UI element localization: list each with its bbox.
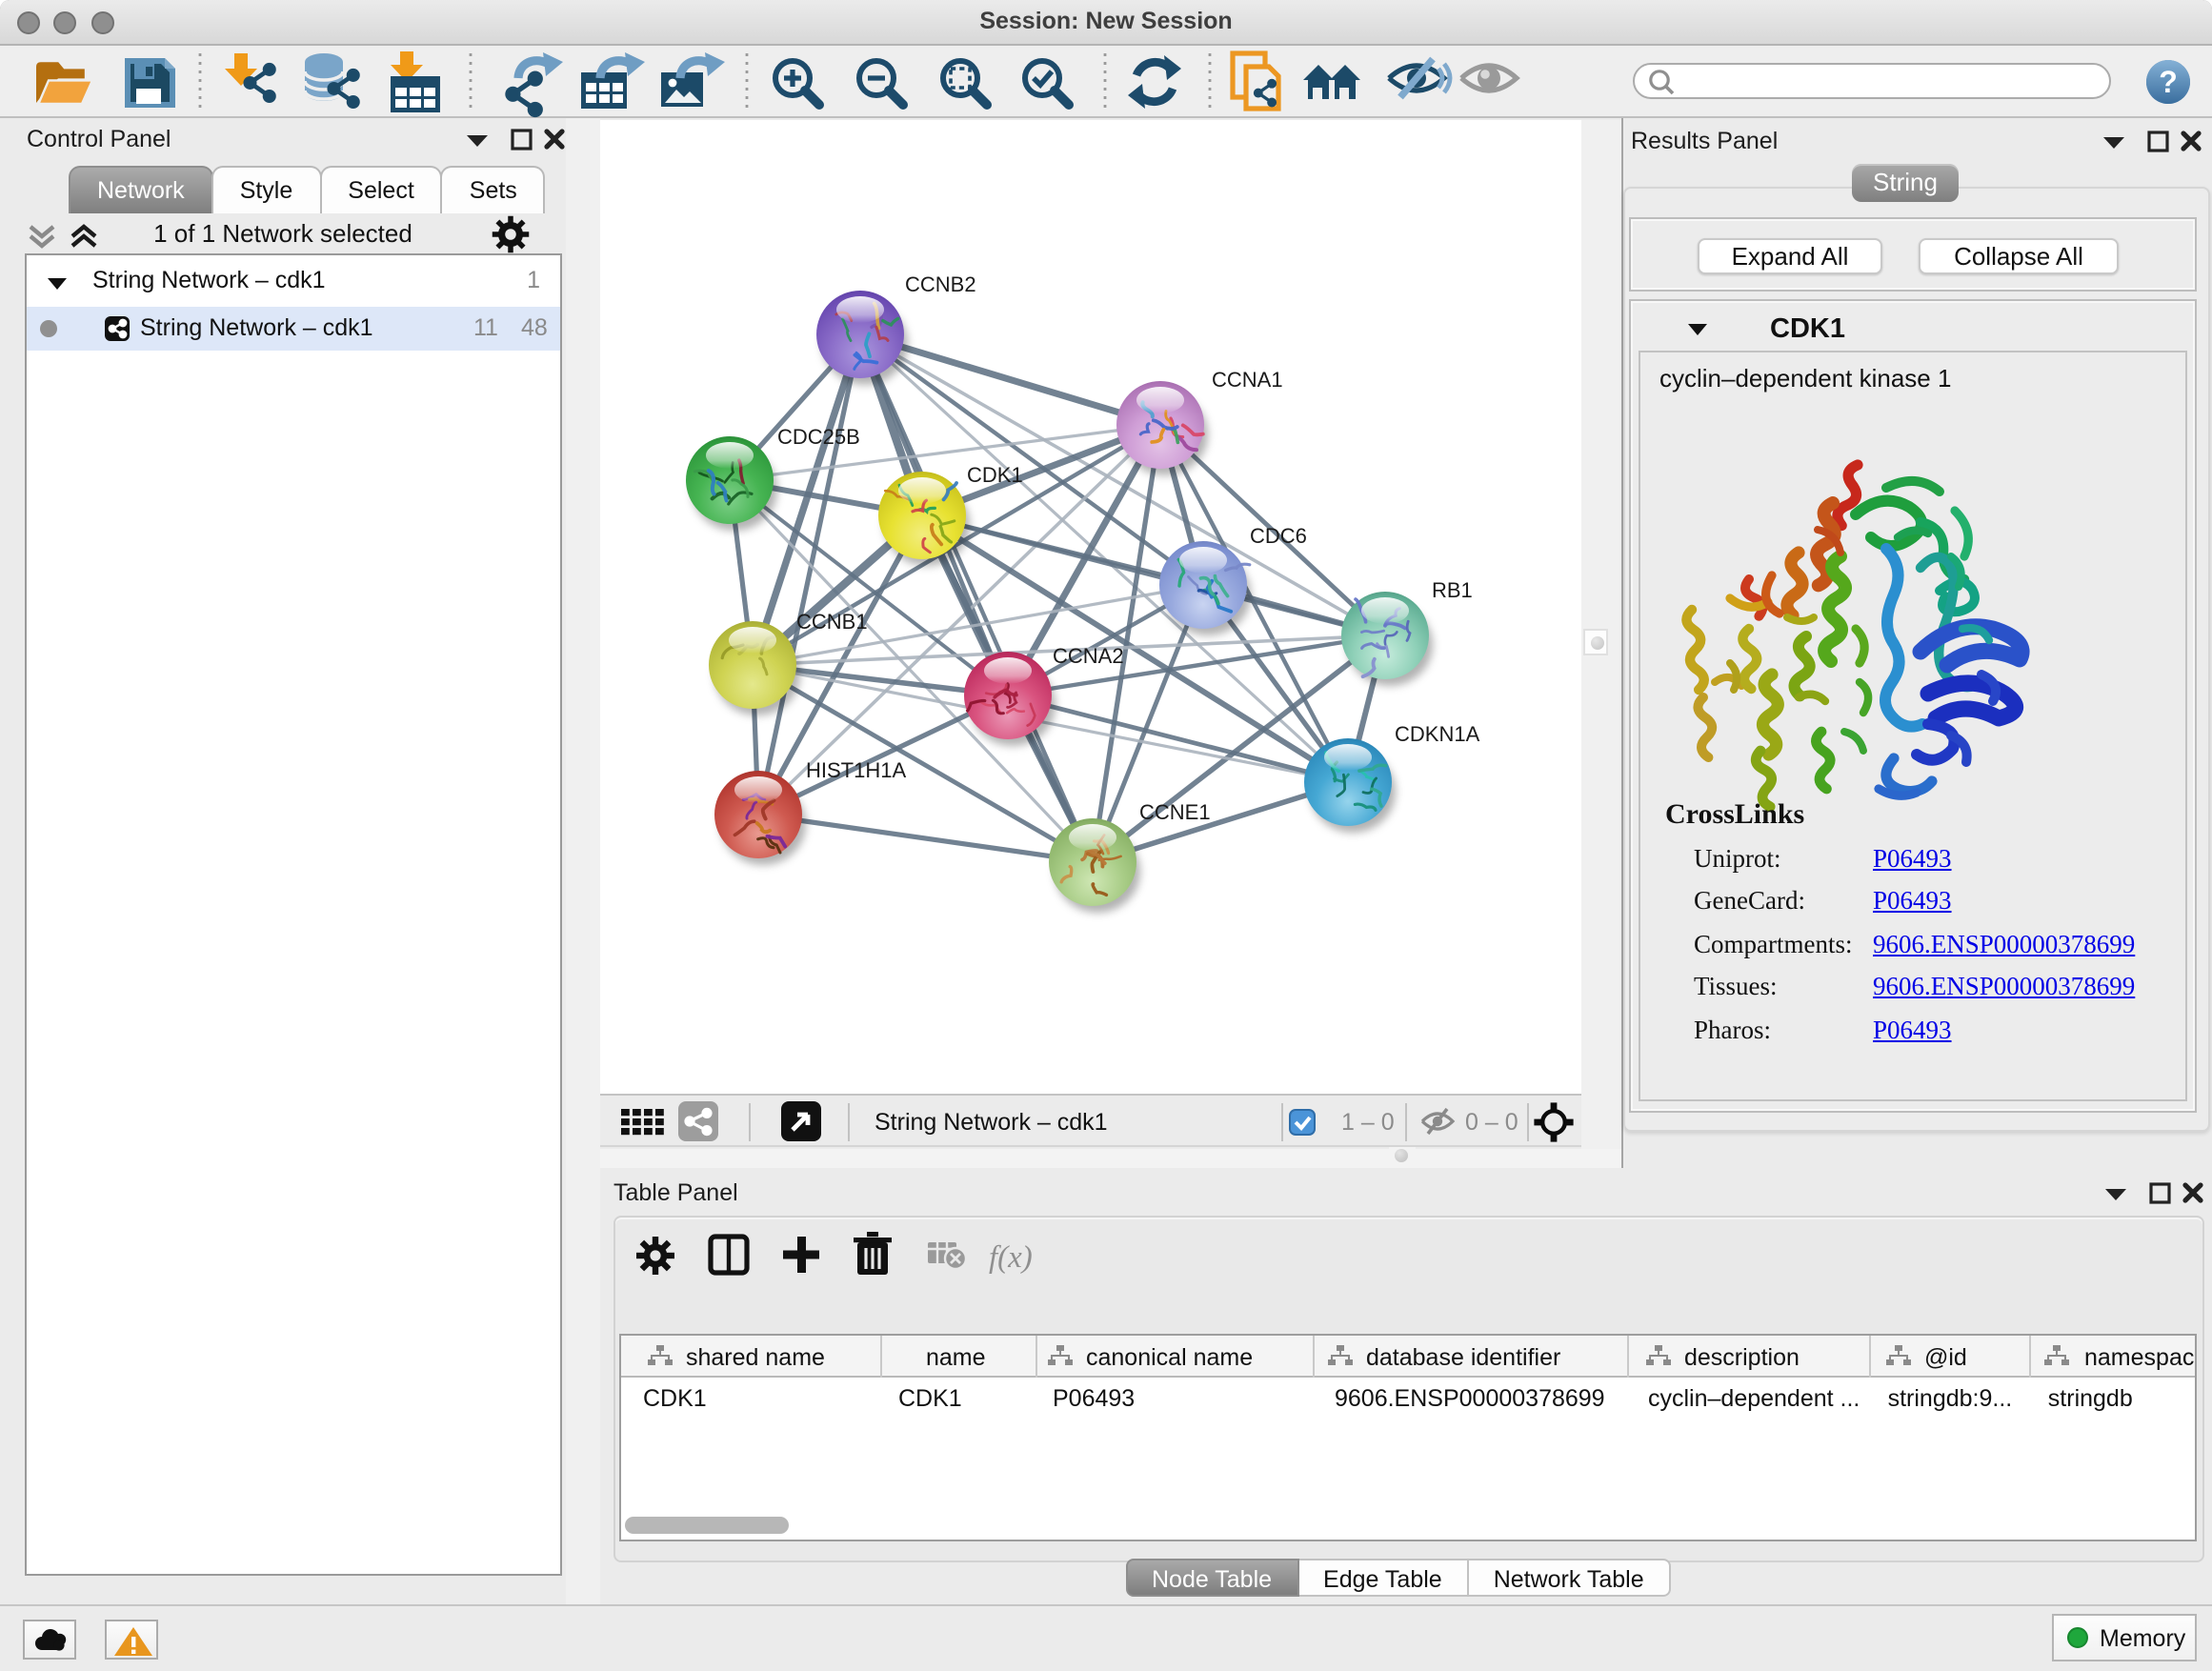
svg-text:CCNB1: CCNB1 <box>796 610 868 634</box>
svg-text:description: description <box>1683 1344 1799 1371</box>
svg-text:canonical name: canonical name <box>1085 1344 1252 1371</box>
svg-text:9606.ENSP00000378699: 9606.ENSP00000378699 <box>1334 1385 1604 1412</box>
svg-text:CCNE1: CCNE1 <box>1139 800 1211 824</box>
svg-text:String Network – cdk1: String Network – cdk1 <box>875 1108 1108 1135</box>
svg-text:CDC6: CDC6 <box>1250 524 1307 548</box>
svg-text:cyclin–dependent ...: cyclin–dependent ... <box>1647 1385 1859 1412</box>
svg-text:stringdb:9...: stringdb:9... <box>1887 1385 2012 1412</box>
svg-text:stringdb: stringdb <box>2047 1385 2132 1412</box>
svg-text:?: ? <box>2159 65 2178 99</box>
svg-text:shared name: shared name <box>685 1344 824 1371</box>
svg-text:CDC25B: CDC25B <box>777 425 860 449</box>
svg-text:P06493: P06493 <box>1052 1385 1134 1412</box>
svg-text:RB1: RB1 <box>1432 578 1473 602</box>
svg-text:CDKN1A: CDKN1A <box>1395 722 1480 746</box>
svg-text:HIST1H1A: HIST1H1A <box>806 758 906 782</box>
svg-text:CCNB2: CCNB2 <box>905 272 976 296</box>
svg-text:name: name <box>925 1344 985 1371</box>
svg-text:CDK1: CDK1 <box>642 1385 706 1412</box>
svg-text:f(x): f(x) <box>989 1239 1033 1274</box>
svg-text:@id: @id <box>1923 1344 1966 1371</box>
svg-text:database identifier: database identifier <box>1365 1344 1559 1371</box>
svg-text:namespace: namespace <box>2083 1344 2196 1371</box>
svg-text:CCNA2: CCNA2 <box>1053 644 1124 668</box>
svg-text:CDK1: CDK1 <box>967 463 1023 487</box>
svg-text:CDK1: CDK1 <box>897 1385 961 1412</box>
svg-text:CCNA1: CCNA1 <box>1212 368 1283 392</box>
svg-text:1 – 0: 1 – 0 <box>1341 1108 1395 1135</box>
svg-text:0 – 0: 0 – 0 <box>1465 1108 1518 1135</box>
